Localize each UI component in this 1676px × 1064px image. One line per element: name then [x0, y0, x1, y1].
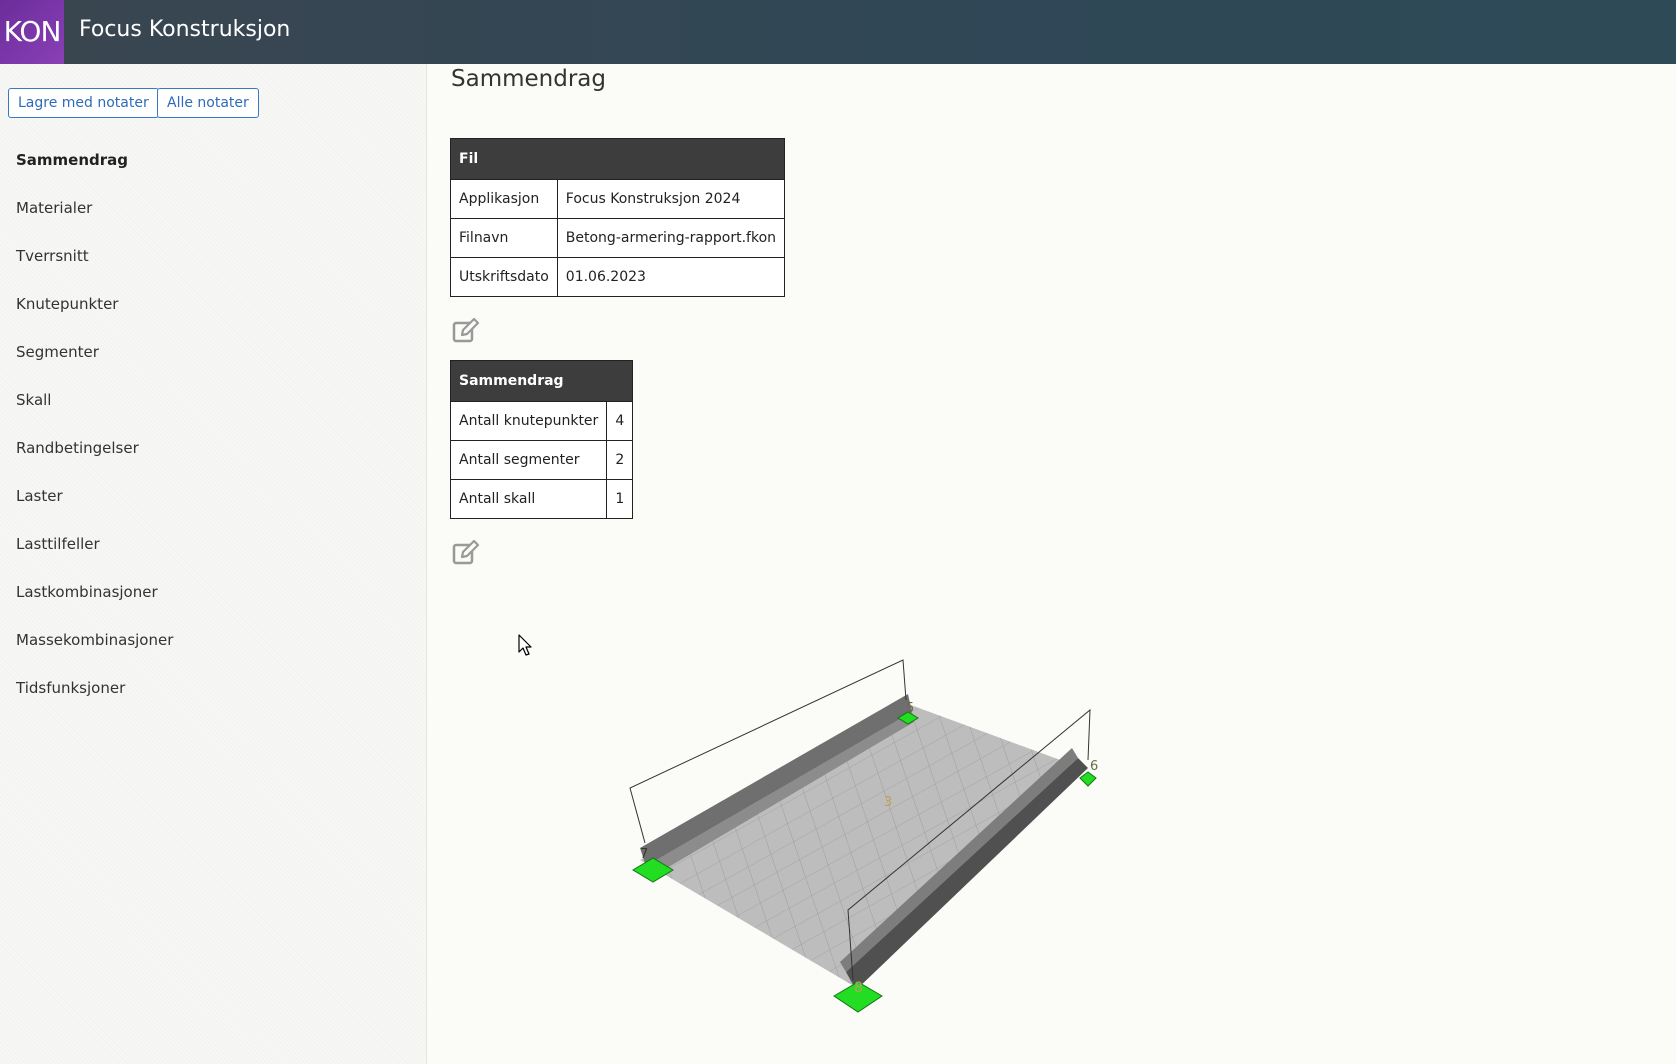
table-row: Antall skall 1 — [449, 479, 634, 519]
edit-note-icon[interactable] — [451, 316, 481, 346]
node-label: 8 — [854, 980, 863, 996]
sidebar-item-tidsfunksjoner[interactable]: Tidsfunksjoner — [16, 672, 173, 720]
all-notes-button[interactable]: Alle notater — [157, 88, 259, 118]
save-with-notes-button[interactable]: Lagre med notater — [8, 88, 159, 118]
app-logo: KON — [0, 0, 64, 64]
sidebar-item-knutepunkter[interactable]: Knutepunkter — [16, 288, 173, 336]
model-3d-view[interactable]: 5 6 7 8 3 — [600, 640, 1120, 1030]
shell-label: 3 — [884, 795, 892, 810]
node-label: 7 — [640, 847, 648, 862]
node-label: 5 — [906, 701, 914, 716]
table-cell-value: 4 — [606, 401, 634, 441]
table-row: Applikasjon Focus Konstruksjon 2024 — [450, 179, 786, 219]
table-cell-value: 01.06.2023 — [556, 257, 786, 297]
table-row: Antall segmenter 2 — [449, 440, 634, 480]
app-title: Focus Konstruksjon — [79, 17, 291, 42]
table-row: Antall knutepunkter 4 — [449, 401, 634, 441]
sidebar-item-laster[interactable]: Laster — [16, 480, 173, 528]
sidebar-item-randbetingelser[interactable]: Randbetingelser — [16, 432, 173, 480]
table-cell-label: Antall knutepunkter — [449, 401, 608, 441]
top-bar: KON Focus Konstruksjon — [0, 0, 1676, 64]
edit-note-icon[interactable] — [451, 538, 481, 568]
sidebar-item-segmenter[interactable]: Segmenter — [16, 336, 173, 384]
sidebar-item-sammendrag[interactable]: Sammendrag — [16, 144, 173, 192]
summary-table-header: Sammendrag — [449, 360, 634, 402]
table-cell-value: 1 — [606, 479, 634, 519]
table-row: Utskriftsdato 01.06.2023 — [450, 257, 786, 297]
sidebar-item-lasttilfeller[interactable]: Lasttilfeller — [16, 528, 173, 576]
support-node-6 — [1079, 771, 1097, 787]
node-label: 6 — [1090, 759, 1098, 774]
table-cell-value: 2 — [606, 440, 634, 480]
table-row: Filnavn Betong-armering-rapport.fkon — [450, 218, 786, 258]
sidebar-item-lastkombinasjoner[interactable]: Lastkombinasjoner — [16, 576, 173, 624]
table-cell-value: Focus Konstruksjon 2024 — [556, 179, 786, 219]
table-cell-value: Betong-armering-rapport.fkon — [556, 218, 786, 258]
table-cell-label: Filnavn — [450, 218, 558, 258]
sidebar-item-skall[interactable]: Skall — [16, 384, 173, 432]
file-table: Fil Applikasjon Focus Konstruksjon 2024 … — [449, 138, 786, 297]
table-cell-label: Antall segmenter — [449, 440, 608, 480]
table-cell-label: Applikasjon — [450, 179, 558, 219]
sidebar-item-massekombinasjoner[interactable]: Massekombinasjoner — [16, 624, 173, 672]
mouse-cursor-icon — [518, 634, 532, 656]
sidebar-item-materialer[interactable]: Materialer — [16, 192, 173, 240]
page-title: Sammendrag — [451, 66, 606, 92]
table-cell-label: Utskriftsdato — [450, 257, 558, 297]
sidebar-nav: Sammendrag Materialer Tverrsnitt Knutepu… — [16, 144, 173, 720]
sidebar-item-tverrsnitt[interactable]: Tverrsnitt — [16, 240, 173, 288]
table-cell-label: Antall skall — [449, 479, 608, 519]
file-table-header: Fil — [449, 138, 786, 180]
summary-table: Sammendrag Antall knutepunkter 4 Antall … — [449, 360, 634, 519]
sidebar: Lagre med notater Alle notater Sammendra… — [0, 64, 427, 1064]
